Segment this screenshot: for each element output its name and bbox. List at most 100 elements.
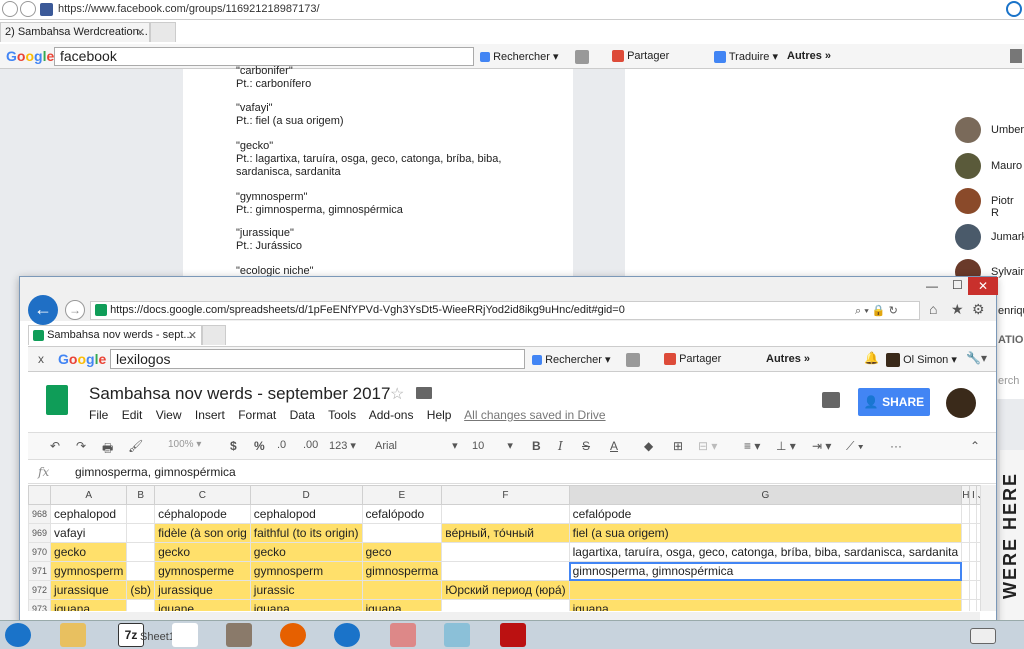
- bg-forward-icon[interactable]: [20, 1, 36, 17]
- cell[interactable]: [126, 504, 156, 524]
- user-menu[interactable]: Ol Simon ▾: [886, 353, 957, 368]
- back-button[interactable]: ←: [28, 295, 58, 325]
- menu-view[interactable]: View: [156, 408, 182, 422]
- font-select[interactable]: Arial ▾: [375, 439, 458, 452]
- cell[interactable]: [969, 523, 978, 543]
- favorites-star-icon[interactable]: ★: [951, 301, 964, 318]
- contact-name[interactable]: enriqu: [998, 305, 1024, 317]
- merge-cells-icon[interactable]: ⊟ ▾: [698, 439, 717, 453]
- cell[interactable]: geco: [361, 542, 443, 562]
- cell[interactable]: cefalópode: [568, 504, 963, 524]
- doc-title[interactable]: Sambahsa nov werds - september 2017: [89, 384, 390, 404]
- sheets-logo-icon[interactable]: [46, 385, 68, 415]
- menu-help[interactable]: Help: [427, 408, 452, 422]
- undo-icon[interactable]: ↶: [50, 439, 60, 453]
- wrench-icon[interactable]: 🔧▾: [966, 351, 987, 365]
- cell[interactable]: [441, 561, 570, 581]
- cell[interactable]: fidèle (à son orig: [154, 523, 251, 543]
- cell[interactable]: [441, 504, 570, 524]
- bg-share-button[interactable]: Partager: [612, 50, 669, 63]
- cell[interactable]: iguana: [249, 599, 363, 611]
- save-status[interactable]: All changes saved in Drive: [464, 408, 605, 422]
- cell[interactable]: iguana: [568, 599, 963, 611]
- comment-icon[interactable]: [822, 392, 840, 408]
- borders-icon[interactable]: ⊞: [673, 439, 683, 453]
- bookmark-icon[interactable]: [626, 353, 640, 367]
- firefox-icon[interactable]: [280, 623, 306, 647]
- cell[interactable]: [969, 542, 978, 562]
- menu-file[interactable]: File: [89, 408, 108, 422]
- fg-address-bar[interactable]: https://docs.google.com/spreadsheets/d/1…: [90, 301, 920, 320]
- cell[interactable]: [969, 504, 978, 524]
- paint-format-icon[interactable]: 🖌: [128, 439, 143, 453]
- cell[interactable]: iguana: [361, 599, 443, 611]
- corner-cell[interactable]: [28, 485, 52, 505]
- row-header[interactable]: 972: [28, 580, 52, 600]
- italic-button[interactable]: I: [558, 439, 563, 453]
- fg-tab-close-icon[interactable]: ✕: [188, 329, 197, 342]
- cell[interactable]: vafayi: [50, 523, 128, 543]
- cell[interactable]: gimnosperma, gimnospérmica: [568, 561, 963, 581]
- row-header[interactable]: 970: [28, 542, 52, 562]
- forward-button[interactable]: →: [65, 300, 85, 320]
- align-vertical-icon[interactable]: ⊥ ▾: [776, 439, 796, 453]
- account-avatar[interactable]: [946, 388, 976, 418]
- bg-url[interactable]: https://www.facebook.com/groups/11692121…: [58, 3, 320, 15]
- folder-taskbar-icon[interactable]: [60, 623, 86, 647]
- cell[interactable]: gecko: [249, 542, 363, 562]
- bold-button[interactable]: B: [532, 439, 541, 453]
- sidebar-search-stub[interactable]: erch: [998, 375, 1019, 387]
- cell[interactable]: jurassic: [249, 580, 363, 600]
- cell[interactable]: gimnosperma: [361, 561, 443, 581]
- cell[interactable]: (sb): [126, 580, 156, 600]
- currency-button[interactable]: $: [230, 439, 237, 453]
- collapse-toolbar-icon[interactable]: ⌃: [970, 439, 980, 453]
- column-header[interactable]: A: [50, 485, 128, 505]
- bg-translate-button[interactable]: Traduire ▾: [714, 50, 778, 64]
- bg-address-bar[interactable]: https://www.facebook.com/groups/11692121…: [0, 0, 1024, 20]
- zoom-select[interactable]: 100% ▾: [168, 439, 201, 450]
- fg-url[interactable]: https://docs.google.com/spreadsheets/d/1…: [110, 304, 625, 316]
- share-button[interactable]: 👤 SHARE: [858, 388, 930, 416]
- pdf-reader-icon[interactable]: [500, 623, 526, 647]
- cell[interactable]: [961, 504, 971, 524]
- internet-explorer-icon[interactable]: [334, 623, 360, 647]
- column-header[interactable]: G: [568, 485, 963, 505]
- fill-color-icon[interactable]: ◆: [644, 439, 653, 453]
- increase-decimal-button[interactable]: .00: [303, 439, 318, 451]
- cell[interactable]: gecko: [50, 542, 128, 562]
- menu-edit[interactable]: Edit: [122, 408, 143, 422]
- cell[interactable]: cephalopod: [50, 504, 128, 524]
- row-header[interactable]: 973: [28, 599, 52, 611]
- cell[interactable]: gymnosperme: [154, 561, 251, 581]
- minimize-icon[interactable]: —: [926, 279, 938, 293]
- cell[interactable]: [969, 599, 978, 611]
- column-header[interactable]: H: [961, 485, 971, 505]
- cell[interactable]: [961, 542, 971, 562]
- fg-google-search-input[interactable]: lexilogos: [110, 349, 525, 369]
- cell[interactable]: fiel (a sua origem): [568, 523, 963, 543]
- print-icon[interactable]: 🖶: [102, 439, 113, 460]
- cell[interactable]: cefalópodo: [361, 504, 443, 524]
- column-header[interactable]: E: [361, 485, 443, 505]
- strikethrough-button[interactable]: S: [582, 439, 590, 453]
- cell[interactable]: [969, 561, 978, 581]
- bg-more-button[interactable]: Autres »: [787, 50, 831, 62]
- star-icon[interactable]: ☆: [390, 384, 404, 404]
- restore-icon[interactable]: ☐: [952, 278, 963, 292]
- bg-back-icon[interactable]: [2, 1, 18, 17]
- bg-google-search-input[interactable]: facebook: [54, 47, 474, 66]
- vertical-scrollbar[interactable]: [980, 485, 996, 611]
- column-header[interactable]: C: [154, 485, 251, 505]
- book-taskbar-icon[interactable]: [226, 623, 252, 647]
- cell[interactable]: lagartixa, taruíra, osga, geco, catonga,…: [568, 542, 963, 562]
- menu-data[interactable]: Data: [290, 408, 315, 422]
- close-window-button[interactable]: ✕: [968, 277, 998, 295]
- cell[interactable]: [126, 542, 156, 562]
- cell[interactable]: jurassique: [154, 580, 251, 600]
- cell[interactable]: [961, 580, 971, 600]
- sheet-tab[interactable]: Sheet1: [140, 631, 175, 643]
- menu-tools[interactable]: Tools: [328, 408, 356, 422]
- cell[interactable]: вéрный, тóчный: [441, 523, 570, 543]
- folder-icon[interactable]: [416, 387, 432, 399]
